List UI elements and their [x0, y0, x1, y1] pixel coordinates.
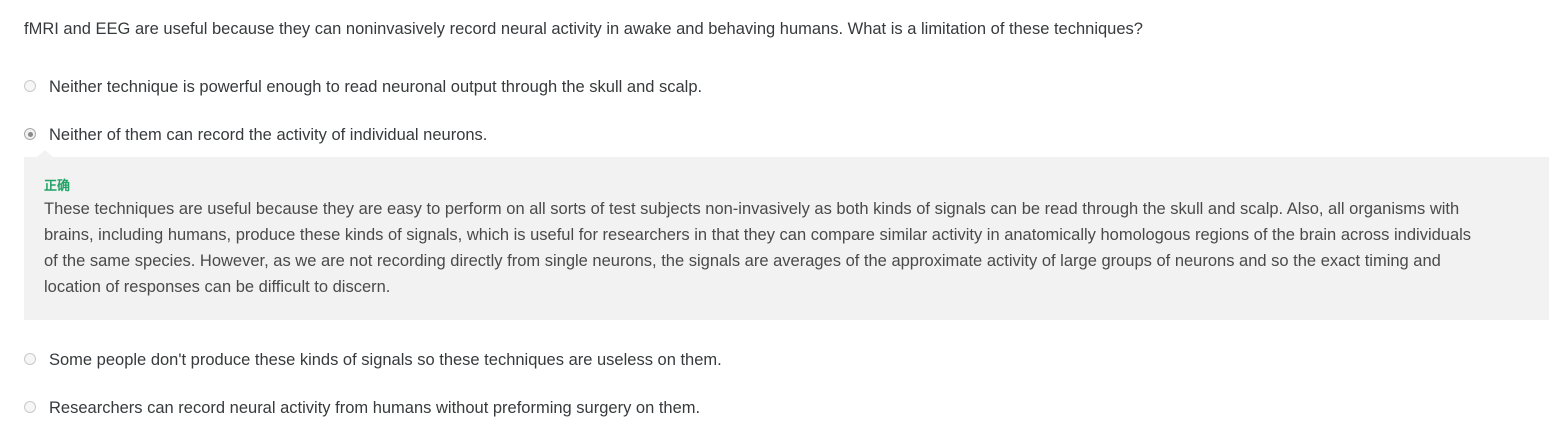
feedback-explanation: These techniques are useful because they…	[44, 200, 1472, 296]
question-text: fMRI and EEG are useful because they can…	[24, 20, 1143, 38]
radio-button-unselected[interactable]	[24, 353, 36, 365]
answer-option-2[interactable]: Neither of them can record the activity …	[24, 124, 487, 146]
answer-option-label: Some people don't produce these kinds of…	[49, 351, 722, 369]
answer-option-4[interactable]: Researchers can record neural activity f…	[24, 397, 700, 419]
radio-button-unselected[interactable]	[24, 80, 36, 92]
radio-button-selected[interactable]	[24, 128, 36, 140]
answer-option-1[interactable]: Neither technique is powerful enough to …	[24, 76, 702, 98]
answer-option-label: Neither technique is powerful enough to …	[49, 78, 703, 96]
answer-option-label: Researchers can record neural activity f…	[49, 399, 701, 417]
answer-option-label: Neither of them can record the activity …	[49, 126, 488, 144]
radio-button-unselected[interactable]	[24, 401, 36, 413]
answer-option-3[interactable]: Some people don't produce these kinds of…	[24, 349, 722, 371]
feedback-status-correct: 正确	[44, 178, 71, 193]
answer-feedback-panel: 正确 These techniques are useful because t…	[24, 150, 1549, 320]
